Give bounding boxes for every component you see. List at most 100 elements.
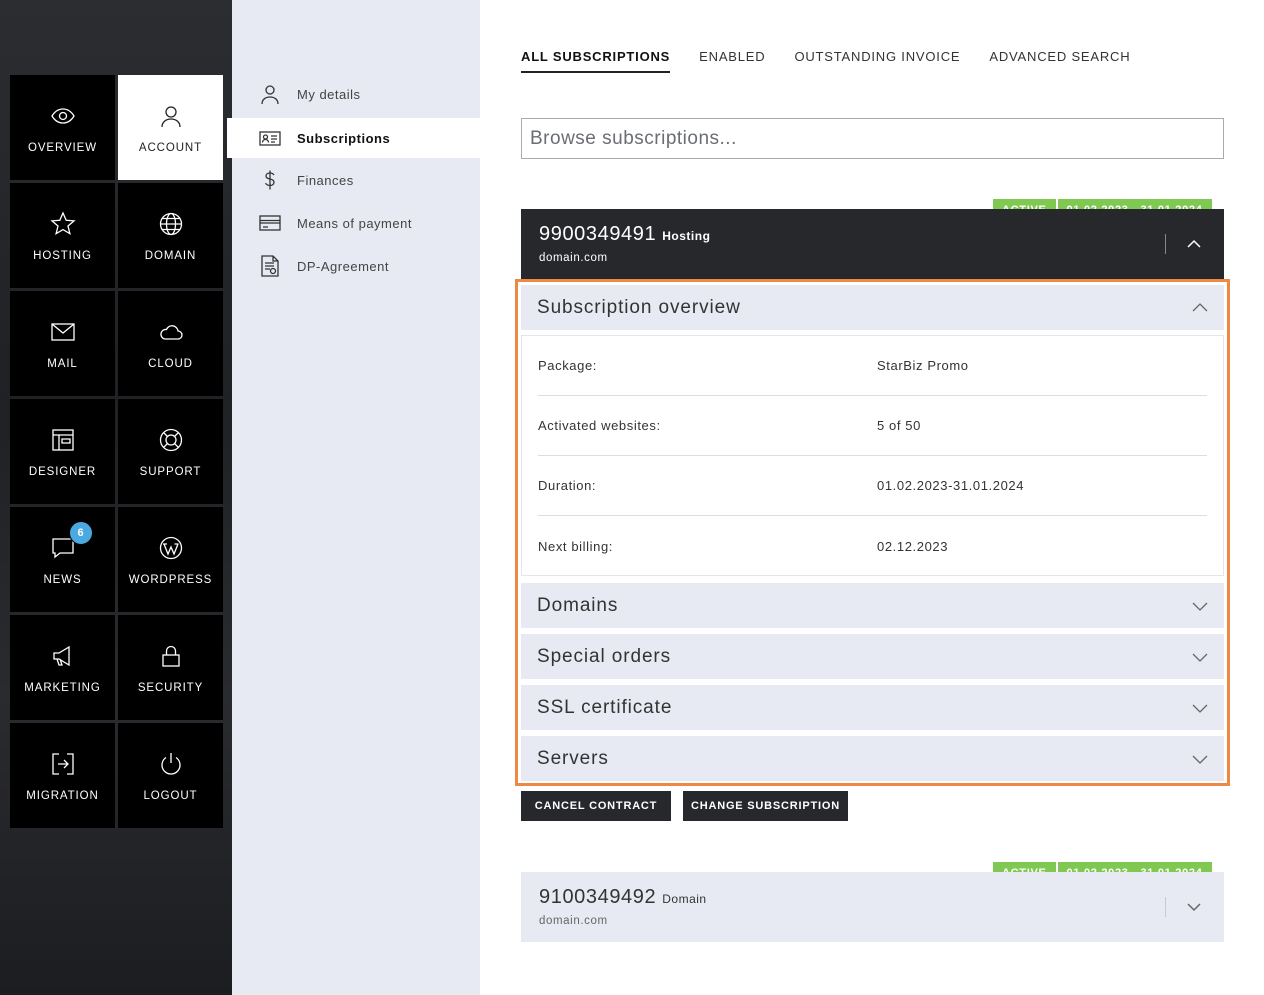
subscription-domain: domain.com bbox=[539, 915, 608, 927]
header-divider bbox=[1165, 234, 1166, 254]
submenu-item-label: Means of payment bbox=[297, 215, 412, 231]
detail-label: Package: bbox=[538, 358, 598, 373]
chevron-down-icon bbox=[1192, 700, 1208, 716]
submenu-item-means-of-payment[interactable]: Means of payment bbox=[227, 203, 480, 243]
nav-tile-label: WORDPRESS bbox=[128, 573, 213, 586]
nav-tile-cloud[interactable]: CLOUD bbox=[118, 291, 223, 396]
envelope-icon bbox=[49, 318, 77, 346]
subscription-number: 9100349492 bbox=[539, 886, 657, 908]
tab-all-subscriptions[interactable]: ALL SUBSCRIPTIONS bbox=[521, 49, 671, 73]
submenu-item-my-details[interactable]: My details bbox=[227, 74, 480, 114]
detail-row-activated-websites: Activated websites: 5 of 50 bbox=[538, 396, 1207, 456]
subscription-number: 9900349491 bbox=[539, 223, 657, 245]
chevron-down-icon bbox=[1192, 649, 1208, 665]
subscription-header-domain[interactable]: 9100349492 Domain domain.com bbox=[521, 872, 1224, 942]
detail-label: Duration: bbox=[538, 478, 597, 493]
detail-label: Next billing: bbox=[538, 538, 613, 554]
nav-tile-label: MARKETING bbox=[24, 681, 101, 694]
accordion-domains[interactable]: Domains bbox=[521, 583, 1224, 628]
main-nav: OVERVIEW ACCOUNT HOSTING DOMAIN MAIL CLO… bbox=[0, 0, 232, 995]
power-icon bbox=[157, 750, 185, 778]
submenu-item-finances[interactable]: Finances bbox=[227, 160, 480, 200]
nav-tile-logout[interactable]: LOGOUT bbox=[118, 723, 223, 828]
nav-tile-news[interactable]: 6 NEWS bbox=[10, 507, 115, 612]
nav-tile-hosting[interactable]: HOSTING bbox=[10, 183, 115, 288]
submenu-item-label: Finances bbox=[297, 172, 354, 188]
detail-value: StarBiz Promo bbox=[877, 358, 969, 373]
eye-icon bbox=[49, 102, 77, 130]
nav-tile-overview[interactable]: OVERVIEW bbox=[10, 75, 115, 180]
subscription-details: Package: StarBiz Promo Activated website… bbox=[521, 335, 1224, 576]
chevron-down-icon[interactable] bbox=[1186, 899, 1202, 915]
nav-tile-label: DESIGNER bbox=[28, 465, 97, 478]
detail-value: 5 of 50 bbox=[877, 418, 921, 433]
subscription-type: Domain bbox=[662, 892, 707, 906]
chat-icon: 6 bbox=[49, 520, 93, 562]
layout-icon bbox=[49, 426, 77, 454]
accordion-title: Servers bbox=[537, 747, 609, 769]
nav-tile-domain[interactable]: DOMAIN bbox=[118, 183, 223, 288]
nav-tile-label: MIGRATION bbox=[26, 789, 99, 802]
accordion-title: Domains bbox=[537, 594, 619, 616]
detail-row-duration: Duration: 01.02.2023-31.01.2024 bbox=[538, 456, 1207, 516]
lock-icon bbox=[157, 642, 185, 670]
detail-row-next-billing: Next billing: 02.12.2023 bbox=[538, 516, 1207, 576]
wordpress-icon bbox=[157, 534, 185, 562]
nav-tile-security[interactable]: SECURITY bbox=[118, 615, 223, 720]
star-icon bbox=[49, 210, 77, 238]
submenu-item-label: My details bbox=[297, 86, 361, 102]
accordion-servers[interactable]: Servers bbox=[521, 736, 1224, 781]
globe-icon bbox=[157, 210, 185, 238]
tab-enabled[interactable]: ENABLED bbox=[699, 49, 765, 73]
nav-tile-account[interactable]: ACCOUNT bbox=[118, 75, 223, 180]
accordion-title: Subscription overview bbox=[537, 296, 741, 318]
detail-row-package: Package: StarBiz Promo bbox=[538, 336, 1207, 396]
nav-tile-label: SECURITY bbox=[137, 681, 204, 694]
cancel-contract-button[interactable]: CANCEL CONTRACT bbox=[521, 791, 671, 821]
nav-tile-label: CLOUD bbox=[148, 357, 193, 370]
nav-tile-label: DOMAIN bbox=[144, 249, 197, 262]
subscription-domain: domain.com bbox=[539, 252, 608, 264]
accordion-special-orders[interactable]: Special orders bbox=[521, 634, 1224, 679]
subscription-header-hosting[interactable]: 9900349491 Hosting domain.com bbox=[521, 209, 1224, 279]
submenu-item-dp-agreement[interactable]: DP-Agreement bbox=[227, 246, 480, 286]
nav-tile-label: MAIL bbox=[47, 357, 78, 370]
nav-tile-label: HOSTING bbox=[33, 249, 92, 262]
accordion-ssl-certificate[interactable]: SSL certificate bbox=[521, 685, 1224, 730]
chevron-up-icon[interactable] bbox=[1186, 236, 1202, 252]
nav-tile-mail[interactable]: MAIL bbox=[10, 291, 115, 396]
nav-tile-wordpress[interactable]: WORDPRESS bbox=[118, 507, 223, 612]
accordion-subscription-overview[interactable]: Subscription overview bbox=[521, 285, 1224, 330]
megaphone-icon bbox=[49, 642, 77, 670]
header-divider bbox=[1165, 897, 1166, 917]
submenu-item-label: DP-Agreement bbox=[297, 258, 389, 274]
id-card-icon bbox=[259, 127, 281, 149]
nav-tile-support[interactable]: SUPPORT bbox=[118, 399, 223, 504]
tab-outstanding-invoice[interactable]: OUTSTANDING INVOICE bbox=[794, 49, 960, 73]
nav-tile-designer[interactable]: DESIGNER bbox=[10, 399, 115, 504]
subscription-tabs: ALL SUBSCRIPTIONS ENABLED OUTSTANDING IN… bbox=[521, 49, 1130, 73]
nav-tile-migration[interactable]: MIGRATION bbox=[10, 723, 115, 828]
nav-tile-label: ACCOUNT bbox=[138, 141, 203, 154]
dollar-icon bbox=[259, 169, 281, 191]
nav-tile-label: OVERVIEW bbox=[28, 141, 97, 154]
search-input[interactable] bbox=[521, 118, 1224, 159]
news-count-badge: 6 bbox=[68, 520, 93, 545]
accordion-title: Special orders bbox=[537, 645, 672, 667]
nav-tile-marketing[interactable]: MARKETING bbox=[10, 615, 115, 720]
document-icon bbox=[259, 255, 281, 277]
nav-tile-label: NEWS bbox=[43, 573, 82, 586]
migration-icon bbox=[49, 750, 77, 778]
tab-advanced-search[interactable]: ADVANCED SEARCH bbox=[989, 49, 1130, 73]
detail-label: Activated websites: bbox=[538, 418, 661, 433]
subscription-type: Hosting bbox=[662, 229, 711, 243]
nav-tile-label: SUPPORT bbox=[139, 465, 202, 478]
lifebuoy-icon bbox=[157, 426, 185, 454]
change-subscription-button[interactable]: CHANGE SUBSCRIPTION bbox=[683, 791, 848, 821]
submenu-item-label: Subscriptions bbox=[297, 130, 391, 146]
submenu-item-subscriptions[interactable]: Subscriptions bbox=[227, 118, 480, 158]
detail-value: 02.12.2023 bbox=[877, 538, 949, 554]
detail-value: 01.02.2023-31.01.2024 bbox=[877, 478, 1025, 493]
nav-tile-label: LOGOUT bbox=[143, 789, 198, 802]
user-icon bbox=[259, 83, 281, 105]
